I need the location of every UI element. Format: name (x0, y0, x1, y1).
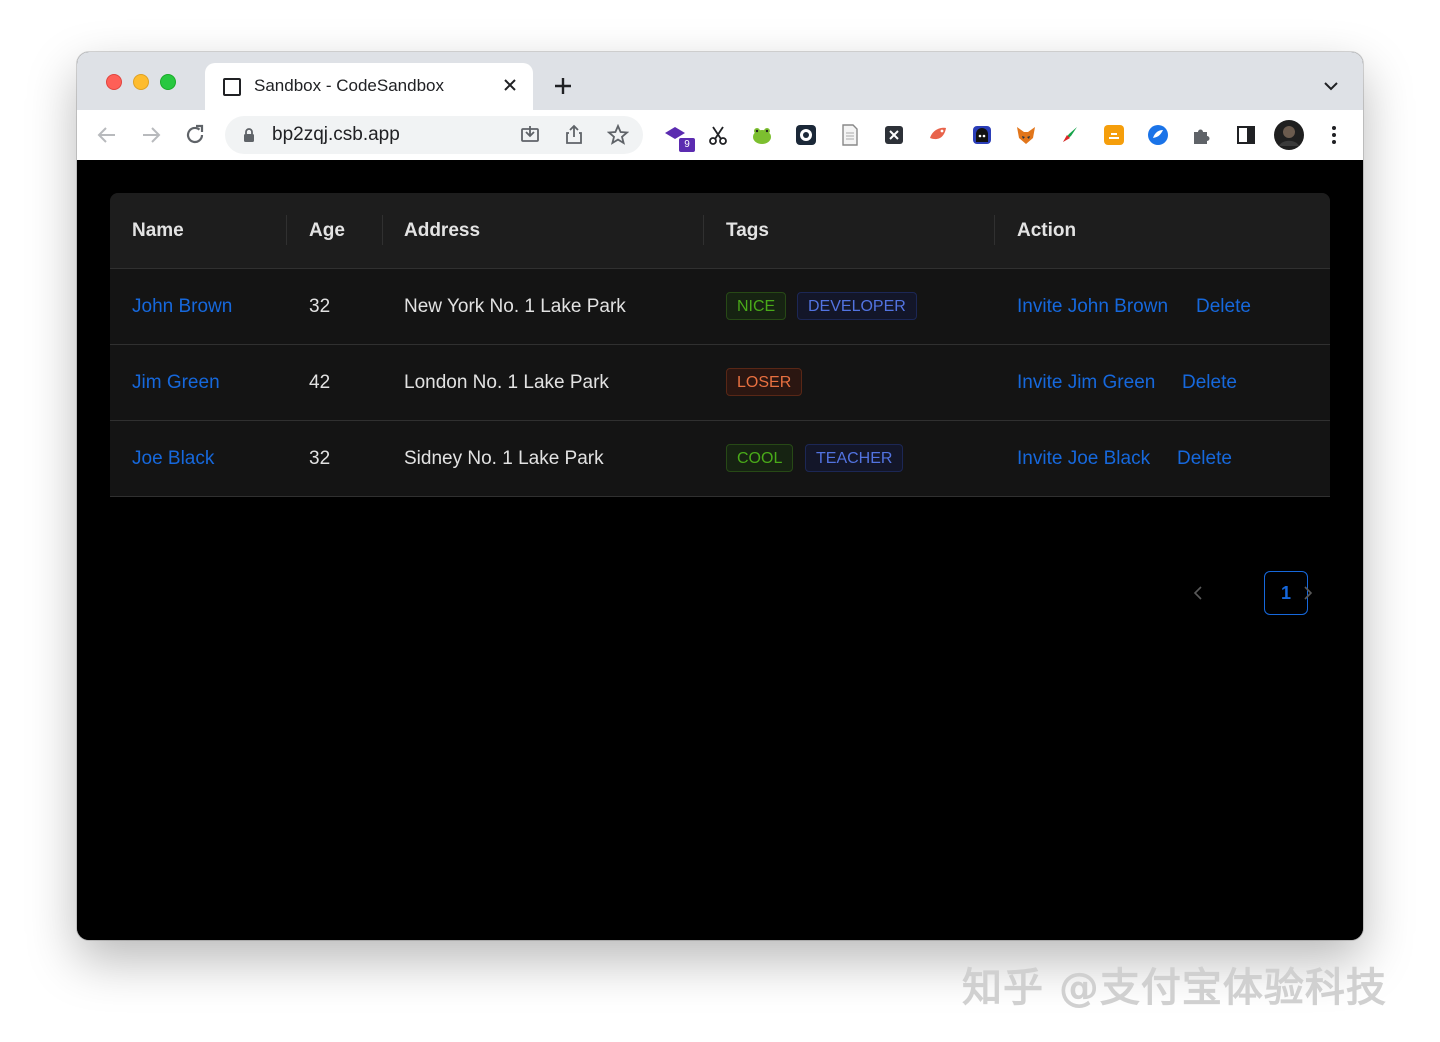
delete-button[interactable]: Delete (1177, 421, 1232, 496)
name-link[interactable]: Jim Green (132, 345, 220, 420)
table-row: John Brown 32 New York No. 1 Lake Park N… (110, 269, 1330, 345)
close-window-button[interactable] (106, 74, 122, 90)
tag-loser: LOSER (726, 368, 803, 396)
prev-page-chevron-icon[interactable] (1182, 571, 1214, 615)
column-header-action: Action (1017, 220, 1077, 241)
watermark-text: 知乎 @支付宝体验科技 (962, 965, 1387, 1011)
document-extension-icon[interactable] (839, 124, 861, 146)
column-divider (994, 215, 995, 245)
steam-extension-icon[interactable] (795, 124, 817, 146)
column-header-name: Name (132, 220, 184, 241)
metamask-fox-icon[interactable] (1015, 124, 1037, 146)
data-table: Name Age Address Tags Action John Brown … (110, 193, 1330, 497)
new-tab-icon[interactable] (553, 76, 573, 96)
address-cell: New York No. 1 Lake Park (404, 296, 626, 317)
tag-cool: COOL (726, 444, 794, 472)
column-header-tags: Tags (726, 220, 769, 241)
minimize-window-button[interactable] (133, 74, 149, 90)
x-extension-icon[interactable] (883, 124, 905, 146)
close-tab-icon[interactable] (501, 76, 519, 94)
pagination: 1 (110, 571, 1330, 615)
invite-button[interactable]: Invite Joe Black (1017, 421, 1150, 496)
age-cell: 42 (309, 372, 331, 393)
orange-extension-icon[interactable] (1103, 124, 1125, 146)
codesandbox-favicon-icon (223, 78, 241, 96)
address-cell: London No. 1 Lake Park (404, 372, 609, 393)
back-arrow-icon[interactable] (95, 123, 119, 147)
rocket-extension-icon[interactable] (1059, 124, 1081, 146)
name-link[interactable]: Joe Black (132, 421, 214, 496)
extension-badge-count: 9 (679, 138, 695, 152)
browser-tab-active[interactable]: Sandbox - CodeSandbox (205, 63, 533, 110)
invite-button[interactable]: Invite Jim Green (1017, 345, 1155, 420)
table-row: Jim Green 42 London No. 1 Lake Park LOSE… (110, 345, 1330, 421)
tab-strip: Sandbox - CodeSandbox (77, 52, 1363, 110)
tab-search-chevron-icon[interactable] (1323, 80, 1339, 92)
age-cell: 32 (309, 448, 331, 469)
delete-button[interactable]: Delete (1196, 269, 1251, 344)
globe-extension-icon[interactable] (1147, 124, 1169, 146)
forward-arrow-icon[interactable] (139, 123, 163, 147)
maximize-window-button[interactable] (160, 74, 176, 90)
bookmark-star-icon[interactable] (607, 124, 629, 146)
tab-title: Sandbox - CodeSandbox (254, 76, 444, 95)
browser-window: Sandbox - CodeSandbox bp2zqj.csb.app 9 N… (77, 52, 1363, 940)
column-divider (286, 215, 287, 245)
column-header-age: Age (309, 220, 345, 241)
age-cell: 32 (309, 296, 331, 317)
name-link[interactable]: John Brown (132, 269, 232, 344)
ghost-extension-icon[interactable] (971, 124, 993, 146)
address-bar[interactable]: bp2zqj.csb.app (225, 116, 643, 154)
column-divider (382, 215, 383, 245)
url-text: bp2zqj.csb.app (272, 124, 400, 145)
invite-button[interactable]: Invite John Brown (1017, 269, 1168, 344)
tag-developer: DEVELOPER (797, 292, 917, 320)
frog-extension-icon[interactable] (751, 124, 773, 146)
extensions-puzzle-icon[interactable] (1191, 124, 1213, 146)
address-cell: Sidney No. 1 Lake Park (404, 448, 604, 469)
more-menu-icon[interactable] (1323, 124, 1345, 146)
reload-icon[interactable] (183, 123, 207, 147)
table-row: Joe Black 32 Sidney No. 1 Lake Park COOL… (110, 421, 1330, 497)
table-header: Name Age Address Tags Action (110, 193, 1330, 269)
tag-teacher: TEACHER (805, 444, 904, 472)
tag-nice: NICE (726, 292, 787, 320)
profile-avatar[interactable] (1274, 120, 1304, 150)
share-icon[interactable] (563, 124, 585, 146)
delete-button[interactable]: Delete (1182, 345, 1237, 420)
scissors-extension-icon[interactable] (707, 124, 729, 146)
install-app-icon[interactable] (519, 124, 541, 146)
column-header-address: Address (404, 220, 481, 241)
fish-extension-icon[interactable] (927, 124, 949, 146)
side-panel-icon[interactable] (1235, 124, 1257, 146)
column-divider (703, 215, 704, 245)
next-page-chevron-icon[interactable] (1292, 571, 1324, 615)
browser-toolbar: bp2zqj.csb.app 9 (77, 110, 1363, 161)
lock-icon[interactable] (243, 127, 255, 143)
page-content: Name Age Address Tags Action John Brown … (77, 160, 1363, 940)
